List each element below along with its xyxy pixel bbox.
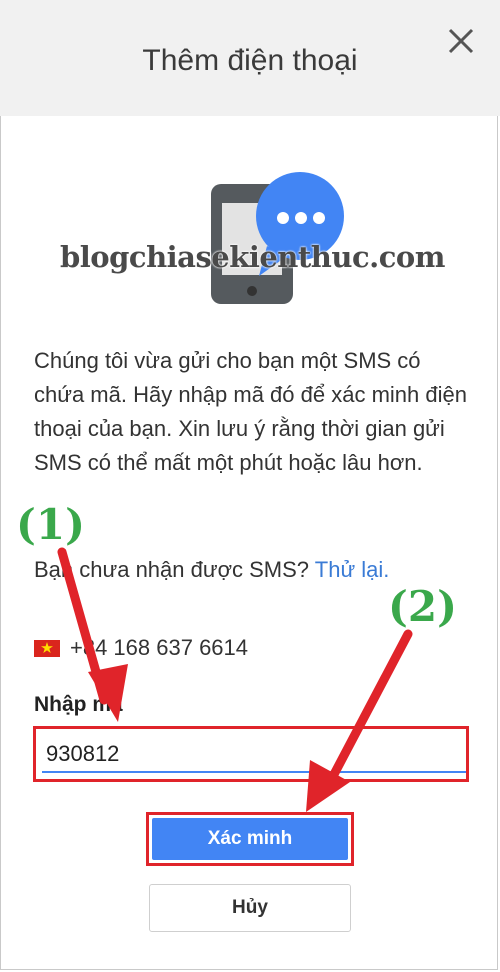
annotation-step-2: (2) xyxy=(388,582,457,631)
code-field-label: Nhập mã xyxy=(34,693,123,716)
retry-link[interactable]: Thử lại. xyxy=(315,557,390,582)
verify-button-highlight: Xác minh xyxy=(146,812,354,866)
dialog-title: Thêm điện thoại xyxy=(142,44,358,77)
sms-instructions: Chúng tôi vừa gửi cho bạn một SMS có chứ… xyxy=(34,348,467,475)
verification-code-input[interactable] xyxy=(42,737,466,773)
dialog-header: Thêm điện thoại xyxy=(0,0,500,116)
resend-row: Bạn chưa nhận được SMS? Thử lại. xyxy=(34,557,474,583)
phone-number: +84 168 637 6614 xyxy=(70,635,249,660)
annotation-step-1: (1) xyxy=(16,500,85,549)
verify-button[interactable]: Xác minh xyxy=(152,818,348,860)
phone-number-row: +84 168 637 6614 xyxy=(34,634,248,662)
watermark-text: blogchiasekienthuc.com xyxy=(60,240,445,274)
code-input-highlight xyxy=(33,726,469,782)
close-icon[interactable] xyxy=(444,24,478,58)
vietnam-flag-icon xyxy=(34,639,60,657)
cancel-button[interactable]: Hủy xyxy=(149,884,351,932)
resend-prompt: Bạn chưa nhận được SMS? xyxy=(34,557,310,582)
phone-sms-illustration xyxy=(205,168,350,308)
